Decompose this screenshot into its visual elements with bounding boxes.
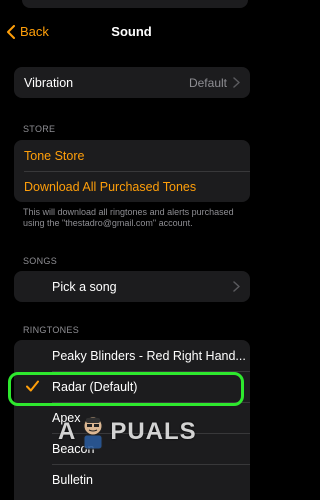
pick-a-song-row[interactable]: Pick a song	[14, 271, 250, 302]
ringtone-label: Bulletin	[52, 472, 93, 487]
tone-store-label: Tone Store	[24, 148, 85, 163]
vibration-label: Vibration	[24, 75, 74, 90]
watermark-text-right: PUALS	[110, 418, 197, 445]
ringtones-section-header: RINGTONES	[23, 325, 80, 335]
ringtone-item-peaky-blinders[interactable]: Peaky Blinders - Red Right Hand...	[14, 340, 250, 371]
vibration-group: Vibration Default	[14, 67, 250, 98]
page-title: Sound	[111, 24, 152, 39]
vibration-row[interactable]: Vibration Default	[14, 67, 250, 98]
store-section-header: STORE	[23, 124, 56, 134]
watermark-text-left: A	[58, 418, 77, 445]
chevron-right-icon	[233, 281, 240, 292]
chevron-right-icon	[233, 77, 240, 88]
checkmark-icon	[26, 380, 39, 392]
status-bar-edge	[22, 0, 248, 8]
download-all-tones-link[interactable]: Download All Purchased Tones	[14, 171, 250, 202]
pick-a-song-label: Pick a song	[52, 279, 117, 294]
ringtone-label: Radar (Default)	[52, 379, 138, 394]
ringtone-label: Peaky Blinders - Red Right Hand...	[52, 348, 246, 363]
ringtone-item-bulletin[interactable]: Bulletin	[14, 464, 250, 495]
songs-section-header: SONGS	[23, 256, 58, 266]
mascot-logo-icon	[83, 416, 103, 450]
vibration-value: Default	[188, 75, 227, 90]
navigation-bar: Back Sound	[0, 18, 263, 48]
songs-group: Pick a song	[14, 271, 250, 302]
ringtone-item-radar[interactable]: Radar (Default)	[14, 371, 250, 402]
sound-settings-screen: Back Sound Vibration Default STORE Tone …	[0, 0, 263, 500]
tone-store-link[interactable]: Tone Store	[14, 140, 250, 171]
store-footer-note: This will download all ringtones and ale…	[23, 207, 234, 228]
appuals-watermark: A PUALS	[58, 410, 208, 454]
download-all-label: Download All Purchased Tones	[24, 179, 197, 194]
store-group: Tone Store Download All Purchased Tones	[14, 140, 250, 202]
